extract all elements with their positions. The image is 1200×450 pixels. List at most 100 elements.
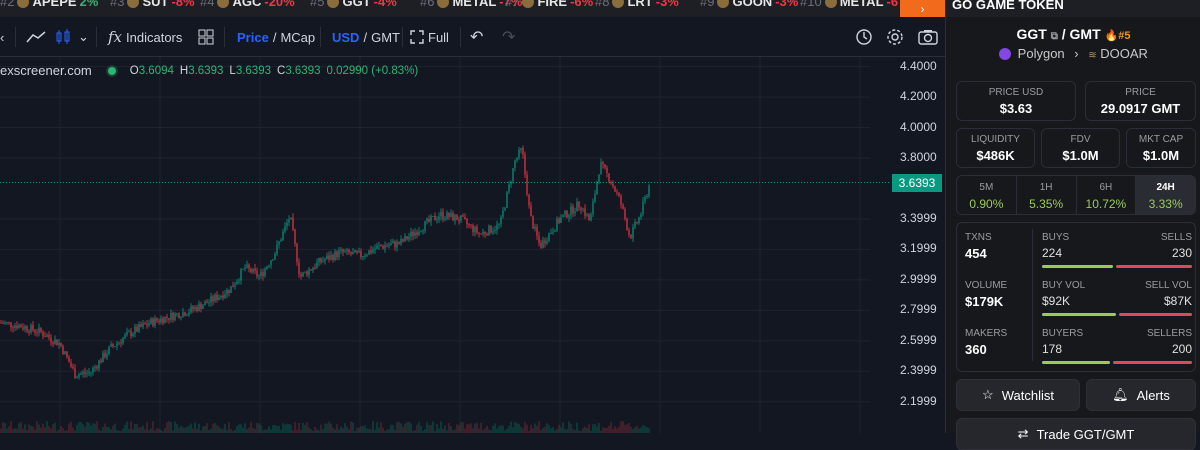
- candle-body: [644, 196, 646, 202]
- candle-body: [400, 239, 402, 245]
- tab-6h[interactable]: 6H 10.72%: [1077, 176, 1137, 214]
- volume-bar: [532, 428, 534, 433]
- volume-bar: [320, 424, 322, 433]
- camera-screenshot-icon[interactable]: [918, 17, 938, 57]
- settings-gear-icon[interactable]: [886, 17, 904, 57]
- price-mcap-toggle[interactable]: Price / MCap: [237, 17, 315, 57]
- tab-5m[interactable]: 5M 0.90%: [957, 176, 1017, 214]
- candle-body: [474, 226, 476, 233]
- volume-bar: [558, 424, 560, 433]
- candle-body: [444, 218, 446, 220]
- candle-body: [466, 219, 468, 225]
- ticker-item[interactable]: #2 APEPE 2%: [0, 0, 98, 10]
- candle-body: [460, 215, 462, 221]
- alerts-button[interactable]: 🔔︎ Alerts: [1086, 379, 1196, 411]
- volume-bar: [132, 429, 134, 433]
- ticker-item[interactable]: #9 GOON -3%: [700, 0, 798, 10]
- watchlist-button[interactable]: ☆ Watchlist: [956, 379, 1080, 411]
- volume-bar: [360, 426, 362, 433]
- volume-bar: [230, 429, 232, 433]
- candle-body: [48, 335, 50, 338]
- volume-bar: [108, 426, 110, 433]
- candle-body: [580, 207, 582, 210]
- volume-bar: [642, 425, 644, 433]
- candle-body: [560, 217, 562, 223]
- candle-body: [272, 259, 274, 261]
- layouts-icon[interactable]: [198, 17, 214, 57]
- volume-bar: [310, 429, 312, 433]
- volume-bar: [194, 422, 196, 433]
- candle-body: [384, 245, 386, 249]
- sell-ratio-bar: [1119, 313, 1192, 316]
- chart-canvas[interactable]: [0, 57, 945, 433]
- close-value: 3.6393: [285, 64, 321, 77]
- tab-24h[interactable]: 24H 3.33%: [1136, 176, 1195, 214]
- ticker-item[interactable]: #8 LRT -3%: [595, 0, 679, 10]
- candle-body: [348, 249, 350, 253]
- tab-1h[interactable]: 1H 5.35%: [1017, 176, 1077, 214]
- volume-bar: [296, 429, 298, 433]
- candle-body: [284, 226, 286, 232]
- volume-bar: [124, 424, 126, 433]
- candle-body: [52, 341, 54, 344]
- fullscreen-button[interactable]: Full: [410, 17, 449, 57]
- candle-body: [376, 245, 378, 249]
- volume-bar: [502, 425, 504, 433]
- candle-body: [22, 327, 24, 329]
- chart-type-chevron-icon[interactable]: ⌄: [78, 17, 89, 57]
- candle-body: [570, 206, 572, 215]
- candle-type-icon[interactable]: [55, 17, 71, 57]
- candle-body: [386, 245, 388, 247]
- ticker-item[interactable]: #5 GGT -4%: [310, 0, 397, 10]
- candle-body: [30, 324, 32, 333]
- replay-icon[interactable]: [855, 17, 873, 57]
- indicators-button[interactable]: fx Indicators: [108, 17, 182, 57]
- candle-body: [638, 217, 640, 224]
- candle-body: [132, 333, 134, 337]
- candle-body: [54, 339, 56, 344]
- candle-body: [462, 215, 464, 217]
- volume-bar: [562, 422, 564, 433]
- timeframe-dropdown-chevron-icon[interactable]: ‹: [0, 17, 4, 57]
- ticker-item[interactable]: #10 METAL -6: [800, 0, 898, 10]
- candle-body: [270, 260, 272, 266]
- candle-body: [74, 368, 76, 379]
- price-axis[interactable]: 4.4000 4.2000 4.0000 3.8000 3.3999 3.1999 2.99…: [870, 57, 945, 433]
- volume-bar: [92, 423, 94, 433]
- volume-bar: [458, 425, 460, 433]
- trending-button[interactable]: ›: [900, 0, 945, 17]
- candle-body: [162, 318, 164, 324]
- volume-bar: [78, 421, 80, 433]
- volume-bar: [550, 428, 552, 433]
- usd-gmt-toggle[interactable]: USD / GMT: [332, 17, 400, 57]
- candle-body: [314, 267, 316, 269]
- volume-bar: [142, 425, 144, 433]
- volume-bar: [610, 421, 612, 433]
- volume-bar: [254, 428, 256, 433]
- current-price-tag: 3.6393: [892, 173, 942, 192]
- price-chart[interactable]: exscreener.com O3.6094 H3.6393 L3.6393 C…: [0, 57, 945, 433]
- candle-body: [110, 344, 112, 347]
- undo-icon[interactable]: ↶: [470, 17, 483, 57]
- timeframe-tabs: 5M 0.90% 1H 5.35% 6H 10.72% 24H 3.33%: [956, 175, 1196, 215]
- trade-button[interactable]: ⇄ Trade GGT/GMT: [956, 418, 1196, 450]
- token-info-panel: GO GAME TOKEN GGT ⧉ / GMT 🔥#5 Polygon › …: [945, 0, 1200, 450]
- volume-bar: [176, 423, 178, 433]
- ticker-item[interactable]: #3 SUT -8%: [110, 0, 195, 10]
- copy-icon[interactable]: ⧉: [1051, 31, 1058, 42]
- volume-bar: [228, 422, 230, 433]
- volume-bar: [146, 421, 148, 433]
- candle-body: [294, 229, 296, 244]
- candle-body: [308, 269, 310, 275]
- ticker-item[interactable]: #4 AGC -20%: [200, 0, 295, 10]
- volume-bar: [462, 422, 464, 433]
- line-tool-icon[interactable]: [26, 17, 46, 57]
- candle-body: [310, 269, 312, 271]
- candle-body: [528, 194, 530, 206]
- redo-icon[interactable]: ↷: [502, 17, 515, 57]
- candle-body: [92, 367, 94, 373]
- ticker-item[interactable]: #7 FIRE -6%: [505, 0, 593, 10]
- candle-body: [592, 201, 594, 215]
- volume-bar: [6, 428, 8, 433]
- volume-bar: [336, 423, 338, 433]
